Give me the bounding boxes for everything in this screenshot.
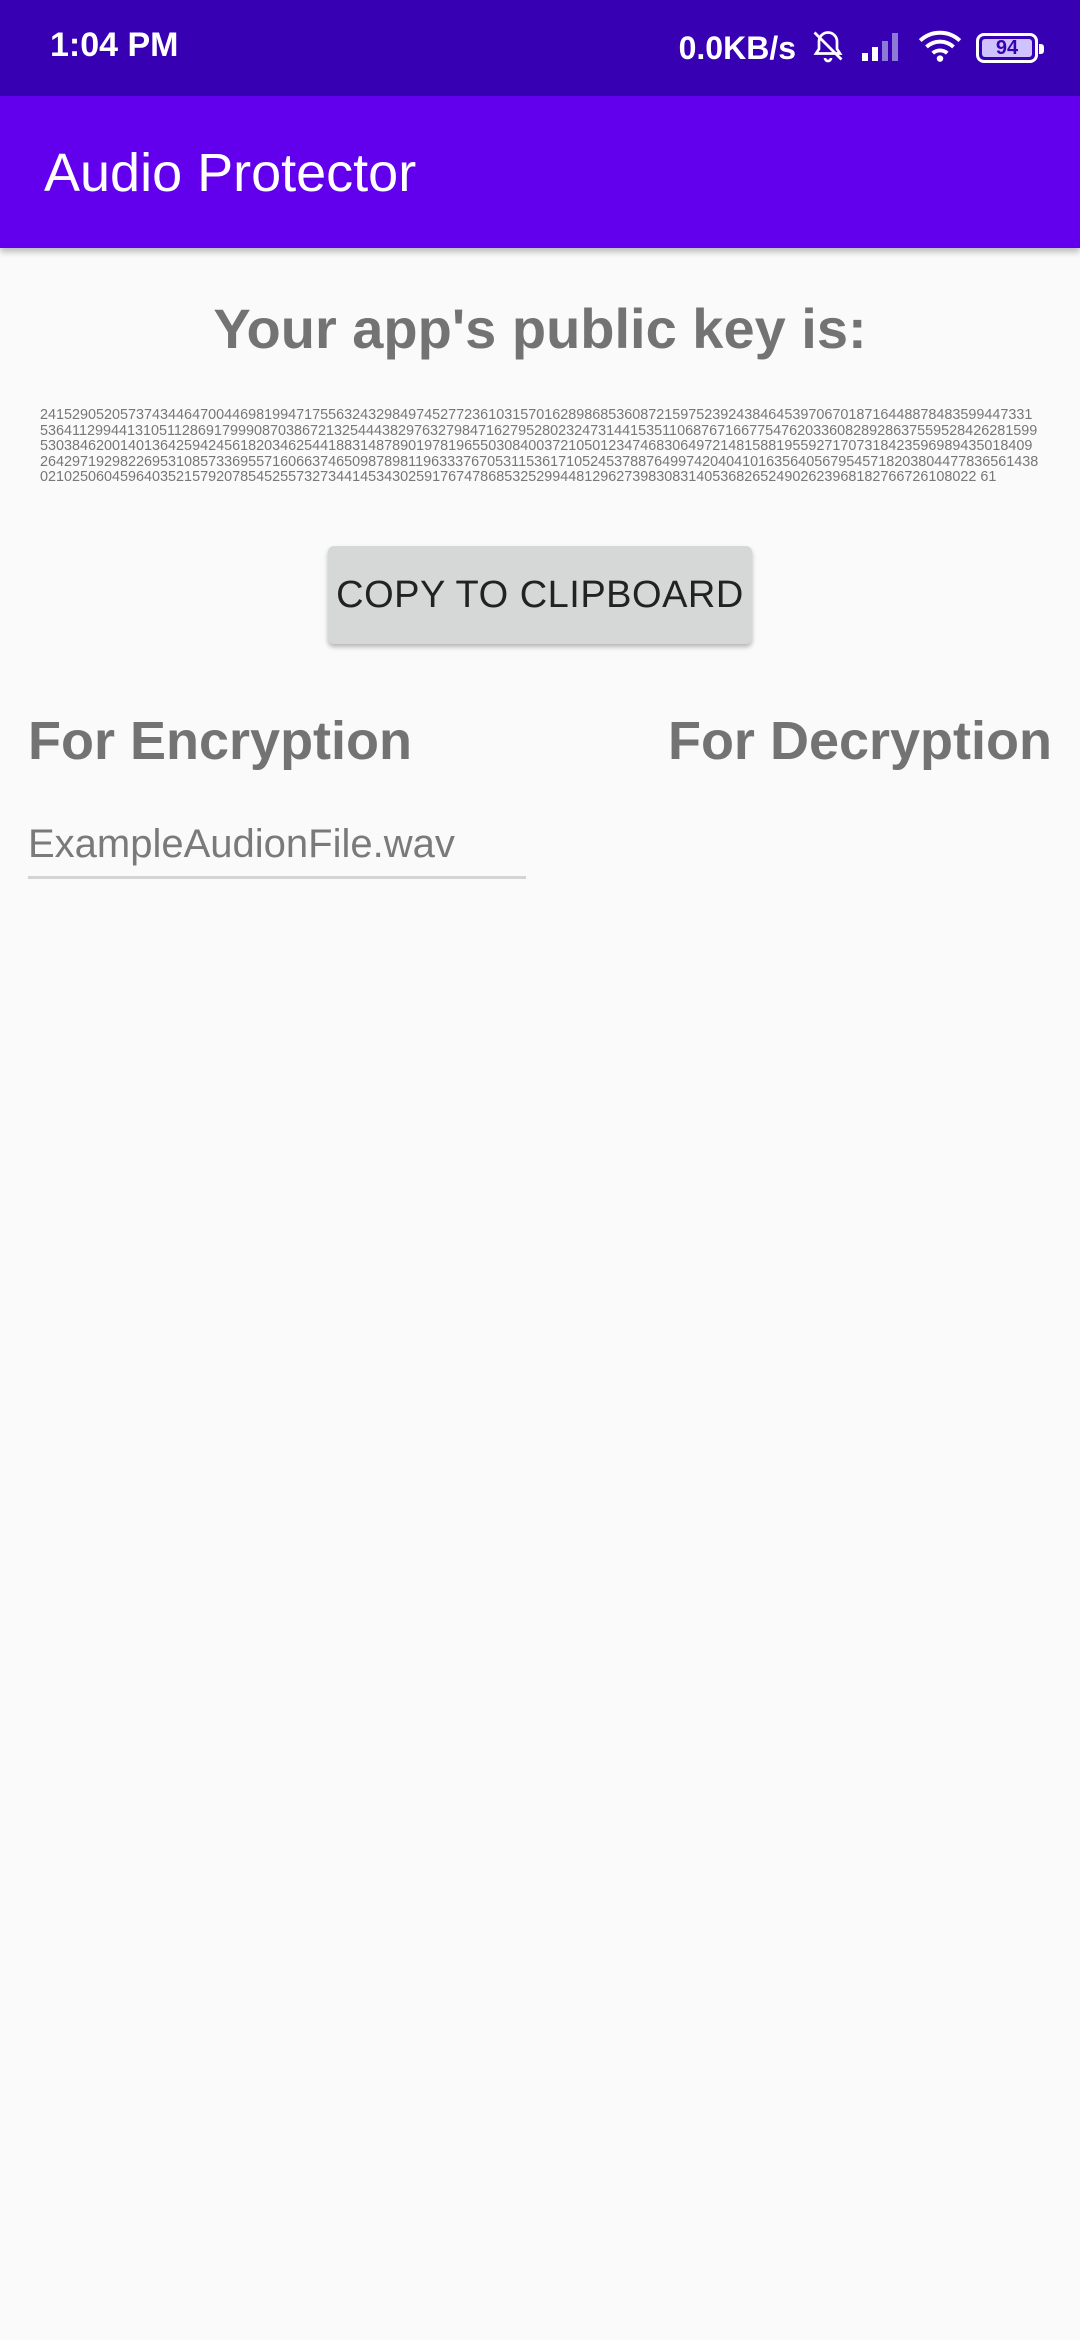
encryption-heading: For Encryption (28, 711, 413, 771)
network-speed: 0.0KB/s (678, 29, 796, 66)
status-time: 1:04 PM (50, 26, 179, 64)
status-bar: 1:04 PM 0.0KB/s 94 (0, 0, 1080, 96)
battery-level: 94 (995, 36, 1019, 59)
wifi-icon (918, 28, 962, 69)
signal-icon (860, 29, 904, 68)
public-key-text: 2415290520573743446470044698199471755632… (40, 407, 1039, 485)
app-bar: Audio Protector (0, 96, 1080, 248)
status-icons: 0.0KB/s 94 (678, 22, 1044, 74)
app-title: Audio Protector (44, 143, 417, 203)
public-key-heading: Your app's public key is: (213, 297, 867, 360)
audio-file-field[interactable]: ExampleAudionFile.wav (28, 822, 526, 879)
bell-off-icon (810, 28, 846, 69)
copy-to-clipboard-button[interactable]: COPY TO CLIPBOARD (328, 546, 752, 644)
battery-icon: 94 (976, 33, 1044, 63)
decryption-heading: For Decryption (667, 711, 1052, 771)
audio-file-name: ExampleAudionFile.wav (28, 822, 455, 866)
